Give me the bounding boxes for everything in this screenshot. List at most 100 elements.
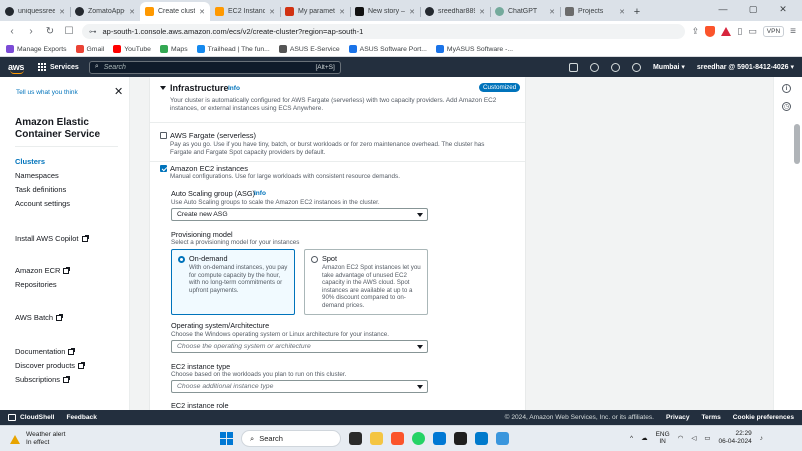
- wifi-icon[interactable]: ◠: [678, 434, 684, 442]
- start-icon[interactable]: [220, 432, 233, 445]
- close-icon[interactable]: ✕: [59, 8, 65, 16]
- bookmark-item[interactable]: Gmail: [75, 45, 104, 53]
- info-icon[interactable]: i: [782, 84, 791, 93]
- sidebar-item-clusters[interactable]: Clusters: [15, 157, 45, 166]
- weather-widget[interactable]: Weather alert In effect: [10, 431, 65, 447]
- bookmark-item[interactable]: YouTube: [113, 45, 151, 53]
- fargate-checkbox[interactable]: [160, 132, 167, 139]
- back-icon[interactable]: ‹: [6, 26, 18, 38]
- bookmark-icon[interactable]: ☐: [63, 26, 75, 38]
- collapse-caret-icon[interactable]: [160, 86, 166, 90]
- task-view-icon[interactable]: [349, 432, 362, 445]
- spot-tile[interactable]: Spot Amazon EC2 Spot instances let you t…: [304, 249, 428, 315]
- clock[interactable]: 22:29 06-04-2024: [718, 430, 751, 446]
- os-select[interactable]: Choose the operating system or architect…: [171, 340, 428, 353]
- cloudshell-button[interactable]: CloudShell: [8, 414, 54, 421]
- brave-shields-icon[interactable]: [705, 26, 716, 37]
- sidebar-item-install-copilot[interactable]: Install AWS Copilot: [15, 234, 89, 243]
- spot-radio[interactable]: [311, 256, 318, 263]
- asg-select[interactable]: Create new ASG: [171, 208, 428, 221]
- on-demand-radio[interactable]: [178, 256, 185, 263]
- minimize-icon[interactable]: —: [710, 2, 736, 16]
- vscode-icon[interactable]: [475, 432, 488, 445]
- brave-browser-icon[interactable]: [391, 432, 404, 445]
- address-bar[interactable]: ⊶ ap-south-1.console.aws.amazon.com/ecs/…: [82, 24, 685, 39]
- cloudshell-icon[interactable]: [568, 62, 578, 72]
- taskbar-search[interactable]: ⌕ Search: [241, 430, 341, 447]
- asg-info-link[interactable]: Info: [254, 190, 266, 197]
- browser-tab[interactable]: EC2 Instance Co ✕: [210, 2, 280, 21]
- sidebar-item-repositories[interactable]: Repositories: [15, 280, 57, 289]
- browser-tab[interactable]: uniquessreedhar/ ✕: [0, 2, 70, 21]
- account-menu[interactable]: sreedhar @ 5901-8412-4026 ▾: [697, 63, 794, 71]
- feedback-button[interactable]: Feedback: [66, 414, 96, 421]
- sidebar-item-discover-products[interactable]: Discover products: [15, 361, 86, 370]
- bookmark-item[interactable]: Maps: [159, 45, 188, 53]
- browser-tab[interactable]: ZomatoApp-Clon ✕: [70, 2, 140, 21]
- instance-type-select[interactable]: Choose additional instance type: [171, 380, 428, 393]
- close-icon[interactable]: ✕: [619, 8, 625, 16]
- browser-tab[interactable]: sreedhar8897/se ✕: [420, 2, 490, 21]
- bookmark-item[interactable]: MyASUS Software -...: [435, 45, 513, 53]
- sidebar-item-task-definitions[interactable]: Task definitions: [15, 185, 66, 194]
- site-info-icon[interactable]: ⊶: [89, 27, 97, 36]
- bookmark-item[interactable]: Manage Exports: [6, 45, 67, 53]
- cookie-preferences-link[interactable]: Cookie preferences: [733, 414, 794, 421]
- sidebar-item-aws-batch[interactable]: AWS Batch: [15, 313, 64, 322]
- browser-tab[interactable]: ChatGPT ✕: [490, 2, 560, 21]
- forward-icon[interactable]: ›: [25, 26, 37, 38]
- close-icon[interactable]: ✕: [409, 8, 415, 16]
- wallet-icon[interactable]: ▭: [748, 26, 757, 37]
- aws-search-input[interactable]: ⌕ Search [Alt+S]: [88, 60, 341, 74]
- terminal-icon[interactable]: [454, 432, 467, 445]
- browser-tab[interactable]: New story – Med ✕: [350, 2, 420, 21]
- bookmark-item[interactable]: Trailhead | The fun...: [196, 45, 270, 53]
- close-icon[interactable]: ✕: [129, 8, 135, 16]
- share-icon[interactable]: ⇪: [692, 26, 700, 37]
- close-icon[interactable]: ✕: [339, 8, 345, 16]
- notifications-icon[interactable]: [589, 62, 599, 72]
- scrollbar[interactable]: [794, 124, 800, 164]
- cloud-icon[interactable]: ☁: [641, 434, 648, 442]
- clock-icon[interactable]: ◷: [782, 102, 791, 111]
- services-menu[interactable]: Services: [38, 63, 79, 71]
- close-icon[interactable]: ✕: [269, 8, 275, 16]
- ec2-checkbox[interactable]: [160, 165, 167, 172]
- sidebar-item-subscriptions[interactable]: Subscriptions: [15, 375, 71, 384]
- language-indicator[interactable]: ENG IN: [656, 431, 670, 445]
- bookmark-item[interactable]: ASUS E-Service: [278, 45, 340, 53]
- file-explorer-icon[interactable]: [370, 432, 383, 445]
- menu-icon[interactable]: ≡: [790, 26, 796, 37]
- chevron-up-icon[interactable]: ^: [630, 435, 633, 442]
- reload-icon[interactable]: ↻: [44, 26, 56, 38]
- notepad-icon[interactable]: [496, 432, 509, 445]
- region-selector[interactable]: Mumbai ▾: [653, 63, 685, 71]
- help-icon[interactable]: [610, 62, 620, 72]
- bookmark-item[interactable]: ASUS Software Port...: [348, 45, 427, 53]
- sidebar-item-namespaces[interactable]: Namespaces: [15, 171, 59, 180]
- microsoft-store-icon[interactable]: [433, 432, 446, 445]
- settings-icon[interactable]: [631, 62, 641, 72]
- browser-tab[interactable]: Projects ✕: [560, 2, 630, 21]
- terms-link[interactable]: Terms: [701, 414, 720, 421]
- notification-bell-icon[interactable]: ♪: [760, 435, 763, 442]
- whatsapp-icon[interactable]: [412, 432, 425, 445]
- browser-tab[interactable]: My parameters - ✕: [280, 2, 350, 21]
- close-icon[interactable]: ✕: [114, 85, 123, 98]
- feedback-link[interactable]: Tell us what you think: [16, 89, 78, 96]
- close-window-icon[interactable]: ✕: [770, 2, 796, 16]
- maximize-icon[interactable]: ▢: [740, 2, 766, 16]
- aws-logo[interactable]: aws: [8, 62, 28, 74]
- sidebar-item-account-settings[interactable]: Account settings: [15, 199, 70, 208]
- close-icon[interactable]: ✕: [199, 8, 205, 16]
- new-tab-button[interactable]: +: [630, 2, 644, 21]
- info-link[interactable]: Info: [228, 85, 240, 92]
- on-demand-tile[interactable]: On-demand With on-demand instances, you …: [171, 249, 295, 315]
- sidebar-toggle-icon[interactable]: ▯: [737, 26, 742, 37]
- brave-rewards-icon[interactable]: [721, 27, 732, 36]
- vpn-button[interactable]: VPN: [762, 26, 785, 37]
- sidebar-item-documentation[interactable]: Documentation: [15, 347, 76, 356]
- privacy-link[interactable]: Privacy: [666, 414, 689, 421]
- volume-icon[interactable]: ◁: [691, 434, 696, 442]
- sidebar-item-amazon-ecr[interactable]: Amazon ECR: [15, 266, 71, 275]
